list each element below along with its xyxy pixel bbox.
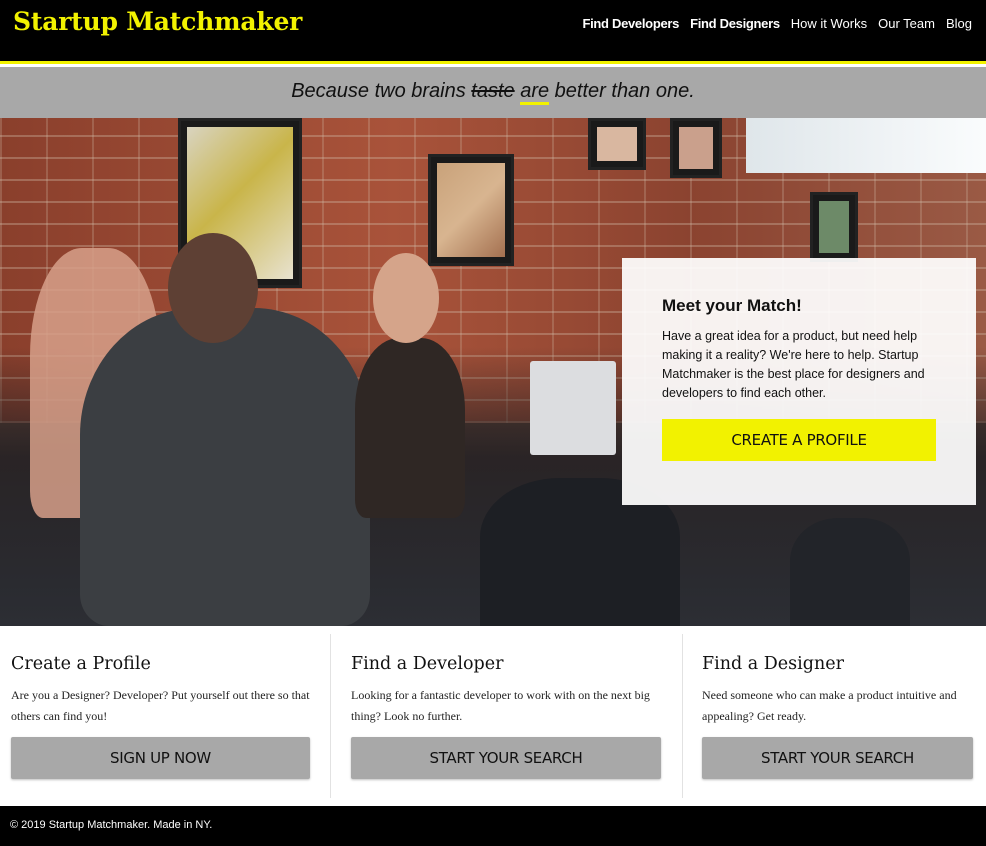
find-designer-search-button[interactable]: START YOUR SEARCH — [702, 737, 973, 779]
nav-how-it-works[interactable]: How it Works — [791, 15, 867, 33]
footer-copyright: © 2019 Startup Matchmaker. Made in NY. — [10, 819, 213, 831]
feature-title: Find a Developer — [351, 654, 504, 674]
main-nav: Find Developers Find Designers How it Wo… — [582, 15, 972, 33]
feature-create-profile: Create a Profile Are you a Designer? Dev… — [0, 626, 331, 806]
sign-up-now-button[interactable]: SIGN UP NOW — [11, 737, 310, 779]
features-section: Create a Profile Are you a Designer? Dev… — [0, 626, 986, 806]
site-header: Startup Matchmaker Find Developers Find … — [0, 0, 986, 64]
feature-find-developer: Find a Developer Looking for a fantastic… — [330, 626, 683, 806]
hero-person — [373, 253, 439, 343]
feature-find-designer: Find a Designer Need someone who can mak… — [682, 626, 986, 806]
hero-window — [746, 118, 986, 173]
site-footer: © 2019 Startup Matchmaker. Made in NY. — [0, 806, 986, 846]
create-profile-button[interactable]: CREATE A PROFILE — [662, 419, 936, 461]
nav-blog[interactable]: Blog — [946, 15, 972, 33]
feature-description: Need someone who can make a product intu… — [702, 688, 957, 723]
nav-find-designers[interactable]: Find Designers — [690, 15, 780, 33]
nav-our-team[interactable]: Our Team — [878, 15, 935, 33]
wall-art-frame — [810, 192, 858, 262]
nav-find-developers[interactable]: Find Developers — [582, 15, 679, 33]
brand-logo[interactable]: Startup Matchmaker — [13, 7, 302, 36]
laptop — [530, 361, 616, 455]
tagline-post: better than one. — [549, 80, 695, 102]
wall-art-frame — [428, 154, 514, 266]
hero-person — [168, 233, 258, 343]
feature-title: Create a Profile — [11, 654, 151, 674]
wall-art-frame — [588, 118, 646, 170]
feature-description: Are you a Designer? Developer? Put yours… — [11, 688, 310, 723]
tagline-highlight-word: are — [520, 80, 550, 105]
hero-section: Meet your Match! Have a great idea for a… — [0, 118, 986, 626]
meet-your-match-card: Meet your Match! Have a great idea for a… — [622, 258, 976, 505]
wall-art-frame — [670, 118, 722, 178]
card-description: Have a great idea for a product, but nee… — [662, 329, 925, 400]
hero-person — [80, 308, 370, 626]
feature-title: Find a Designer — [702, 654, 844, 674]
tagline-pre: Because two brains — [291, 80, 472, 102]
feature-description: Looking for a fantastic developer to wor… — [351, 688, 650, 723]
card-title: Meet your Match! — [662, 296, 802, 315]
find-developer-search-button[interactable]: START YOUR SEARCH — [351, 737, 661, 779]
hero-person — [355, 338, 465, 518]
tagline-bar: Because two brains taste are better than… — [0, 67, 986, 118]
tagline-struck-word: taste — [471, 80, 515, 102]
chair — [790, 518, 910, 626]
tagline: Because two brains taste are better than… — [291, 80, 695, 105]
